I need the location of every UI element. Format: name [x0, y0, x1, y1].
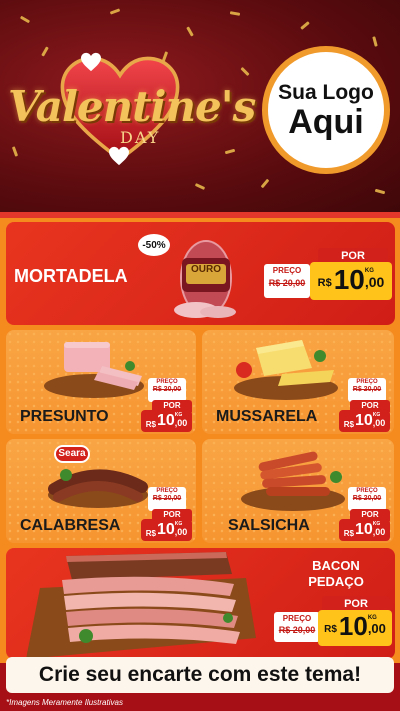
confetti — [229, 11, 241, 16]
old-price: R$ 20,00 — [268, 278, 306, 288]
confetti — [240, 66, 250, 77]
price-tag: R$ 10 KG ,00 — [339, 519, 390, 541]
preco-label: PREÇO — [272, 266, 302, 275]
product-card-salsicha[interactable]: SALSICHA PREÇO R$ 20,00 POR R$ 10 KG ,00 — [202, 439, 394, 543]
logo-placeholder[interactable]: Sua Logo Aqui — [262, 46, 390, 174]
price-integer: 10 — [156, 412, 175, 429]
logo-line-1: Sua Logo — [278, 81, 374, 104]
valentines-title: Valentine's — [8, 82, 256, 131]
confetti — [224, 148, 236, 155]
product-name: MUSSARELA — [216, 408, 318, 425]
valentines-day-subtitle: DAY — [120, 128, 161, 147]
confetti — [194, 183, 206, 190]
white-heart-icon — [81, 52, 101, 72]
white-heart-icon — [109, 146, 129, 166]
price-tag: R$ 10 KG ,00 — [310, 262, 392, 300]
price-decimal: ,00 — [364, 274, 385, 290]
product-name: MORTADELA — [14, 266, 128, 286]
price-integer: 10 — [156, 521, 175, 538]
price-decimal: ,00 — [372, 418, 386, 428]
old-price: R$ 20,00 — [152, 386, 182, 393]
preco-label: PREÇO — [282, 614, 312, 623]
confetti — [41, 46, 49, 57]
product-card-mussarela[interactable]: MUSSARELA PREÇO R$ 20,00 POR R$ 10 KG ,0… — [202, 330, 394, 434]
currency: R$ — [145, 529, 156, 538]
price-integer: 10 — [354, 412, 373, 429]
old-price-tag: PREÇO R$ 20,00 — [148, 378, 186, 402]
old-price-tag: PREÇO R$ 20,00 — [348, 487, 386, 511]
price-integer: 10 — [354, 521, 373, 538]
product-card-presunto[interactable]: PRESUNTO PREÇO R$ 20,00 POR R$ 10 KG ,00 — [6, 330, 196, 434]
price-tag: R$ 10 KG ,00 — [318, 610, 392, 646]
currency: R$ — [343, 529, 354, 538]
price-tag: R$ 10 KG ,00 — [141, 519, 192, 541]
price-tag: R$ 10 KG ,00 — [339, 410, 390, 432]
price-decimal: ,00 — [174, 527, 188, 537]
price-decimal: ,00 — [174, 418, 188, 428]
confetti — [372, 36, 378, 47]
old-price-tag: PREÇO R$ 20,00 — [264, 264, 310, 298]
product-name: PRESUNTO — [20, 408, 109, 425]
confetti — [186, 26, 194, 37]
brand-label: OURO — [191, 264, 221, 275]
old-price-tag: PREÇO R$ 20,00 — [348, 378, 386, 402]
header-banner: Valentine's DAY Sua Logo Aqui — [0, 0, 400, 215]
currency: R$ — [324, 624, 337, 635]
old-price-tag: PREÇO R$ 20,00 — [274, 612, 320, 642]
preco-label: PREÇO — [156, 379, 178, 385]
old-price: R$ 20,00 — [152, 495, 182, 502]
disclaimer-text: *Imagens Meramente Ilustrativas — [6, 698, 123, 707]
confetti — [260, 178, 270, 189]
product-card-bacon[interactable]: BACON PEDAÇO PREÇO R$ 20,00 POR R$ 10 KG… — [6, 548, 395, 659]
product-card-mortadela[interactable]: MORTADELA -50% OURO PREÇO R$ 20,00 POR R… — [6, 222, 395, 325]
preco-label: PREÇO — [156, 488, 178, 494]
old-price: R$ 20,00 — [278, 625, 316, 635]
currency: R$ — [317, 277, 332, 289]
product-name-line-2: PEDAÇO — [308, 574, 364, 589]
price-integer: 10 — [333, 264, 365, 295]
old-price-tag: PREÇO R$ 20,00 — [148, 487, 186, 511]
confetti — [19, 15, 31, 24]
confetti — [374, 188, 386, 195]
price-decimal: ,00 — [367, 621, 386, 636]
product-name-line-1: BACON — [312, 558, 360, 573]
confetti — [300, 21, 310, 30]
confetti — [11, 146, 19, 157]
currency: R$ — [145, 420, 156, 429]
product-card-calabresa[interactable]: Seara CALABRESA PREÇO R$ 20,00 POR R$ 10… — [6, 439, 196, 543]
preco-label: PREÇO — [356, 488, 378, 494]
old-price: R$ 20,00 — [352, 386, 382, 393]
presunto-image — [44, 342, 144, 398]
product-name: SALSICHA — [228, 517, 310, 534]
bacon-image — [26, 552, 256, 659]
mussarela-image — [234, 340, 338, 400]
flyer-page: Valentine's DAY Sua Logo Aqui MORTADELA … — [0, 0, 400, 711]
salsicha-image — [241, 451, 345, 511]
price-integer: 10 — [338, 611, 368, 641]
currency: R$ — [343, 420, 354, 429]
price-decimal: ,00 — [372, 527, 386, 537]
old-price: R$ 20,00 — [352, 495, 382, 502]
price-tag: R$ 10 KG ,00 — [141, 410, 192, 432]
seara-logo: Seara — [54, 445, 90, 463]
products-area: MORTADELA -50% OURO PREÇO R$ 20,00 POR R… — [0, 218, 400, 663]
product-name: CALABRESA — [20, 517, 121, 534]
cta-banner[interactable]: Crie seu encarte com este tema! — [6, 657, 394, 693]
logo-line-2: Aqui — [288, 103, 364, 141]
confetti — [109, 8, 121, 15]
preco-label: PREÇO — [356, 379, 378, 385]
